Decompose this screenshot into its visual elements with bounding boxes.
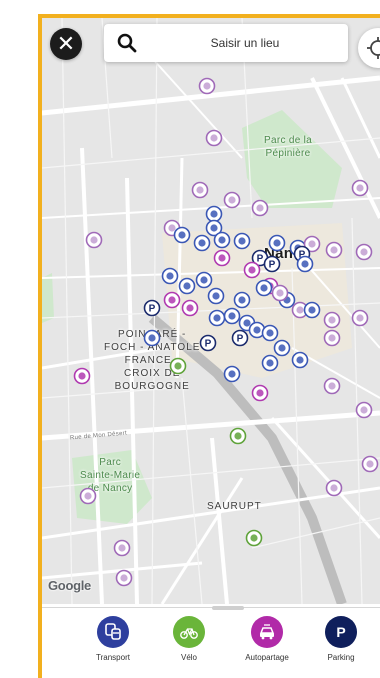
- map-view[interactable]: Parc de laPépinière Nancy POINCARÉ -FOCH…: [42, 18, 380, 604]
- bus-stop-marker-icon[interactable]: [222, 364, 242, 384]
- poi-marker-icon[interactable]: [360, 454, 380, 474]
- poi-marker-icon[interactable]: [322, 376, 342, 396]
- bike-station-marker-icon[interactable]: [168, 356, 188, 376]
- svg-text:P: P: [269, 260, 276, 271]
- svg-text:P: P: [205, 339, 212, 350]
- poi-marker-icon[interactable]: [197, 76, 217, 96]
- google-logo: Google: [48, 578, 91, 593]
- poi-marker-icon[interactable]: [322, 328, 342, 348]
- poi-marker-icon[interactable]: [114, 568, 134, 588]
- car-share-marker-icon[interactable]: [212, 248, 232, 268]
- search-icon: [117, 33, 137, 53]
- bus-stop-marker-icon[interactable]: [212, 230, 232, 250]
- category-label: Vélo: [180, 653, 197, 662]
- car-share-marker-icon[interactable]: [162, 290, 182, 310]
- bike-icon: [173, 616, 205, 648]
- category-label: Transport: [96, 653, 130, 662]
- parking-icon: P: [325, 616, 357, 648]
- search-input[interactable]: [160, 24, 330, 62]
- poi-marker-icon[interactable]: [354, 400, 374, 420]
- poi-marker-icon[interactable]: [350, 308, 370, 328]
- sheet-divider: [42, 607, 380, 608]
- bus-stop-marker-icon[interactable]: [302, 300, 322, 320]
- parking-marker-icon[interactable]: P: [262, 254, 282, 274]
- bus-stop-marker-icon[interactable]: [142, 328, 162, 348]
- svg-text:P: P: [336, 624, 345, 640]
- category-velo-button[interactable]: Vélo: [154, 616, 224, 662]
- svg-text:P: P: [149, 304, 156, 315]
- bus-icon: [97, 616, 129, 648]
- park-area: [42, 273, 54, 323]
- search-bar[interactable]: [104, 24, 348, 62]
- app-screen: Parc de laPépinière Nancy POINCARÉ -FOCH…: [38, 14, 380, 678]
- poi-marker-icon[interactable]: [250, 198, 270, 218]
- svg-text:P: P: [237, 334, 244, 345]
- parking-marker-icon[interactable]: P: [230, 328, 250, 348]
- bus-stop-marker-icon[interactable]: [267, 233, 287, 253]
- category-parking-button[interactable]: P Parking: [306, 616, 376, 662]
- park-label-pepiniere: Parc de la Pépinière: [264, 135, 313, 159]
- poi-marker-icon[interactable]: [324, 240, 344, 260]
- poi-marker-icon[interactable]: [354, 242, 374, 262]
- bus-stop-marker-icon[interactable]: [206, 286, 226, 306]
- poi-marker-icon[interactable]: [222, 190, 242, 210]
- car-share-marker-icon[interactable]: [250, 383, 270, 403]
- car-share-marker-icon[interactable]: [242, 260, 262, 280]
- poi-marker-icon[interactable]: [270, 283, 290, 303]
- sheet-drag-handle[interactable]: [212, 606, 244, 610]
- district-label-saurupt: SAURUPT: [207, 501, 262, 512]
- bike-station-marker-icon[interactable]: [228, 426, 248, 446]
- category-label: Parking: [327, 653, 355, 662]
- bus-stop-marker-icon[interactable]: [172, 225, 192, 245]
- poi-marker-icon[interactable]: [204, 128, 224, 148]
- crosshair-icon: [367, 37, 380, 59]
- car-share-marker-icon[interactable]: [180, 298, 200, 318]
- poi-marker-icon[interactable]: [350, 178, 370, 198]
- poi-marker-icon[interactable]: [324, 478, 344, 498]
- category-autopartage-button[interactable]: Autopartage: [232, 616, 302, 662]
- category-label: Autopartage: [245, 653, 289, 662]
- bus-stop-marker-icon[interactable]: [232, 231, 252, 251]
- close-button[interactable]: ✕: [50, 28, 82, 60]
- poi-marker-icon[interactable]: [78, 486, 98, 506]
- poi-marker-icon[interactable]: [190, 180, 210, 200]
- poi-marker-icon[interactable]: [322, 310, 342, 330]
- bus-stop-marker-icon[interactable]: [290, 350, 310, 370]
- bus-stop-marker-icon[interactable]: [260, 353, 280, 373]
- bus-stop-marker-icon[interactable]: [192, 233, 212, 253]
- bike-station-marker-icon[interactable]: [244, 528, 264, 548]
- bus-stop-marker-icon[interactable]: [295, 254, 315, 274]
- parking-marker-icon[interactable]: P: [142, 298, 162, 318]
- car-share-icon: [251, 616, 283, 648]
- poi-marker-icon[interactable]: [84, 230, 104, 250]
- parking-marker-icon[interactable]: P: [198, 333, 218, 353]
- poi-marker-icon[interactable]: [112, 538, 132, 558]
- car-share-marker-icon[interactable]: [72, 366, 92, 386]
- category-transport-button[interactable]: Transport: [78, 616, 148, 662]
